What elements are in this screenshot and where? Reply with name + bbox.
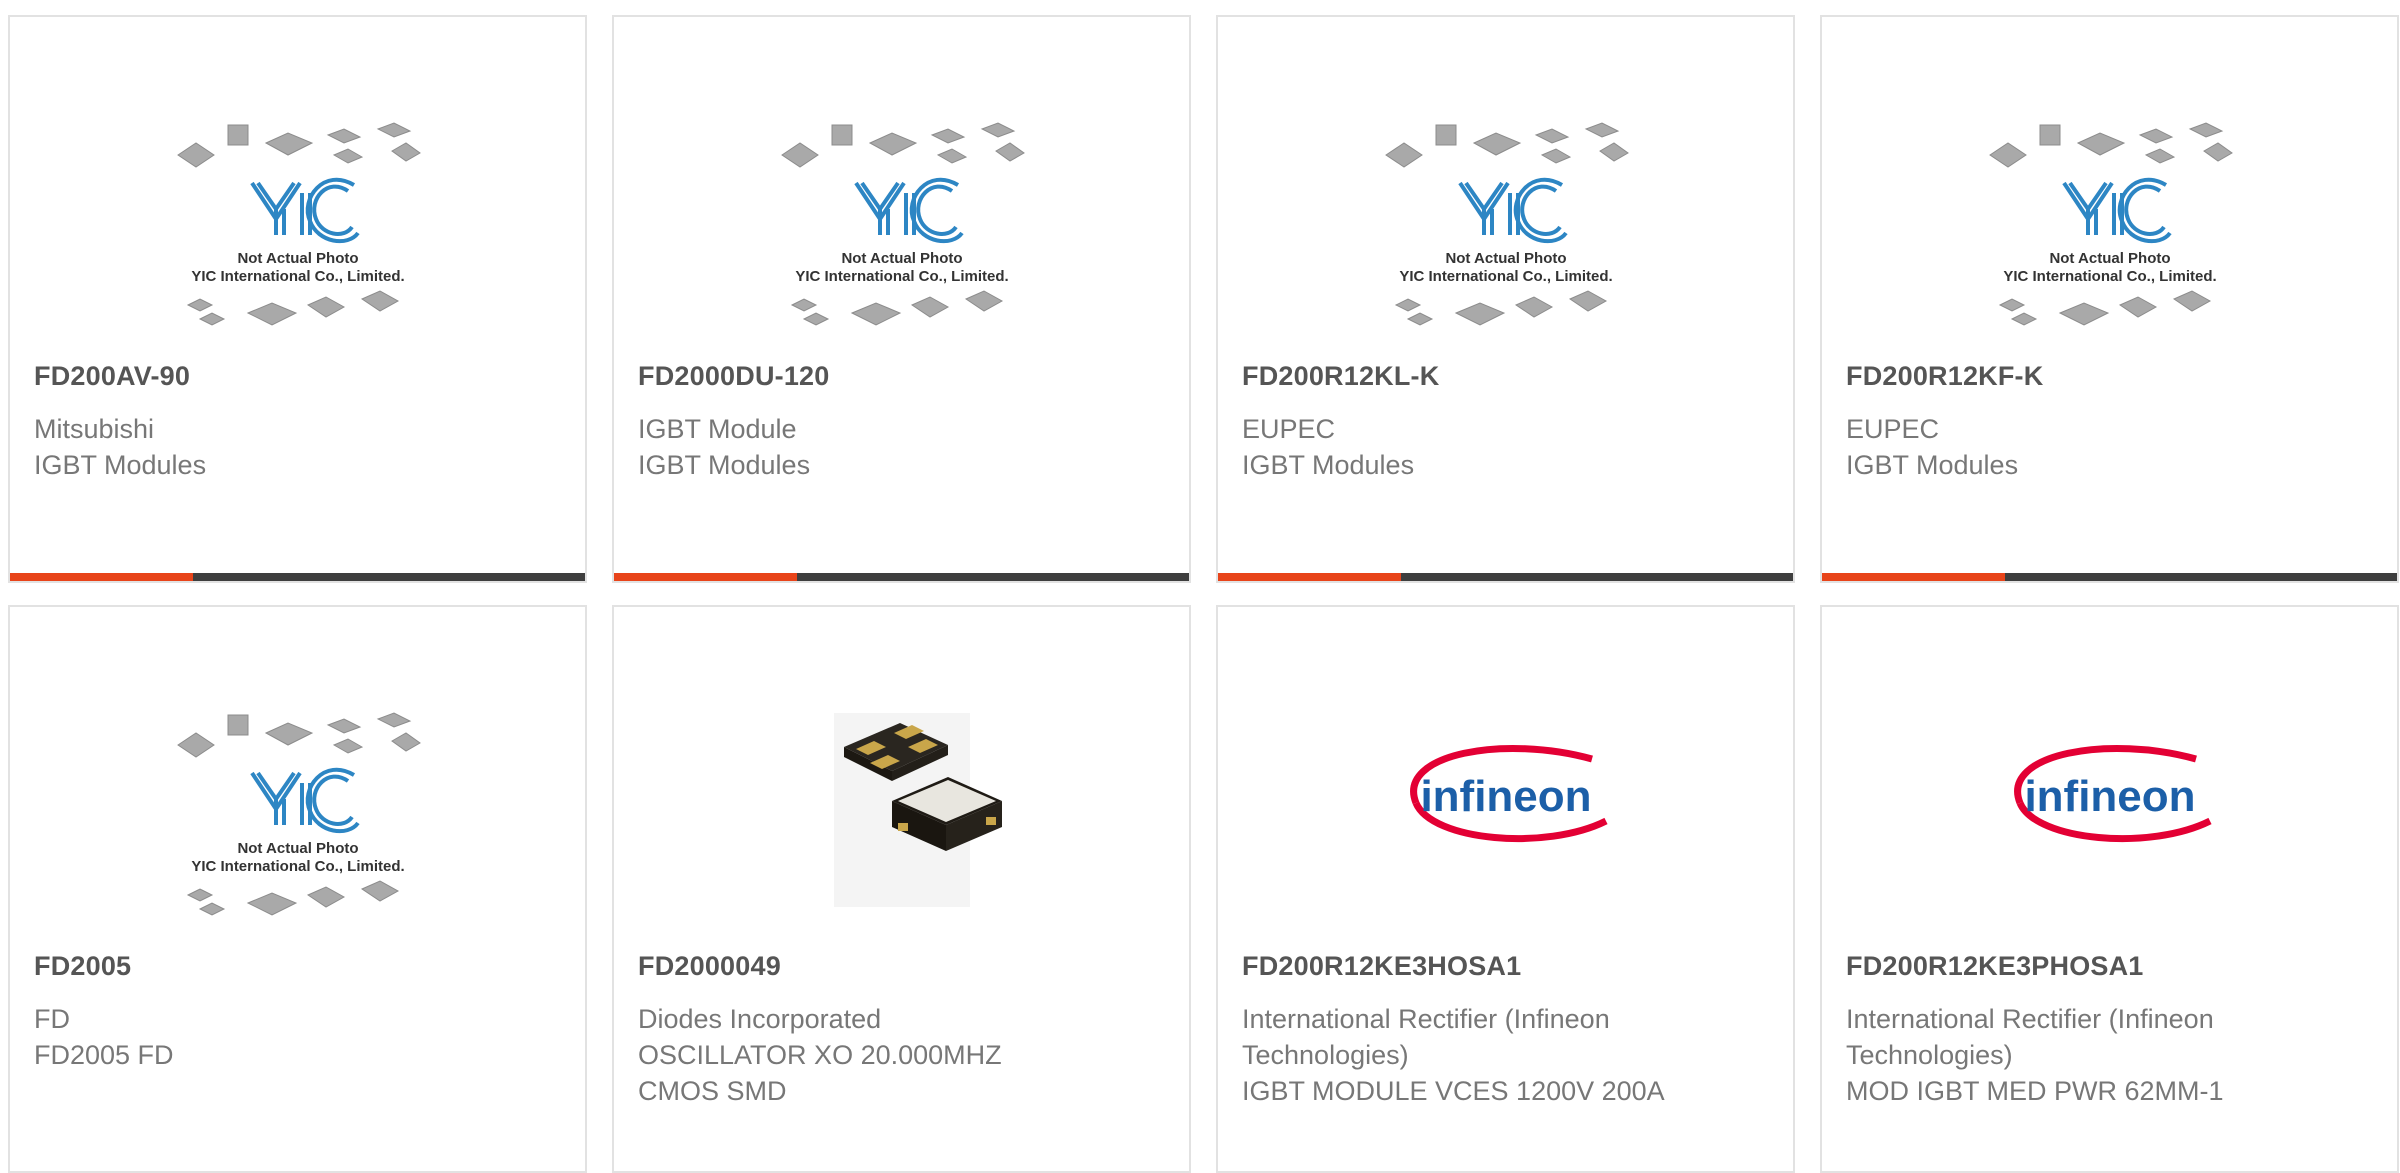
description: IGBT Modules: [1846, 450, 2019, 480]
product-image[interactable]: Not Actual Photo YIC International Co., …: [10, 683, 585, 953]
product-card[interactable]: Not Actual Photo YIC International Co., …: [612, 15, 1191, 583]
part-number[interactable]: FD200R12KE3HOSA1: [1242, 951, 1521, 982]
part-number[interactable]: FD200R12KE3PHOSA1: [1846, 951, 2144, 982]
brand: Mitsubishi: [34, 414, 155, 444]
description: IGBT Modules: [34, 450, 207, 480]
brand: EUPEC: [1846, 414, 1940, 444]
brand: Diodes Incorporated: [638, 1004, 882, 1034]
product-card[interactable]: infineon FD200R12KE3HOSA1 International …: [1216, 605, 1795, 1173]
part-number[interactable]: FD2000DU-120: [638, 361, 830, 392]
card-bottom-bar: [614, 573, 1189, 581]
card-accent: [614, 573, 797, 581]
photo-caption-1: Not Actual Photo: [237, 840, 358, 857]
photo-caption-2: YIC International Co., Limited.: [191, 858, 404, 875]
part-number[interactable]: FD200R12KF-K: [1846, 361, 2043, 392]
brand: International Rectifier (Infineon Techno…: [1846, 1004, 2214, 1070]
infineon-logo: infineon: [1409, 744, 1608, 843]
photo-caption-1: Not Actual Photo: [237, 250, 358, 267]
description: OSCILLATOR XO 20.000MHZ CMOS SMD: [638, 1040, 1002, 1106]
photo-caption-1: Not Actual Photo: [841, 250, 962, 267]
product-card[interactable]: Not Actual Photo YIC International Co., …: [8, 605, 587, 1173]
brand: EUPEC: [1242, 414, 1336, 444]
logo-text: infineon: [1420, 772, 1591, 821]
brand: IGBT Module: [638, 414, 797, 444]
description: IGBT MODULE VCES 1200V 200A: [1242, 1076, 1665, 1106]
product-image[interactable]: Not Actual Photo YIC International Co., …: [1218, 93, 1793, 363]
logo-text: infineon: [2024, 772, 2195, 821]
infineon-logo: infineon: [2013, 744, 2212, 843]
product-card[interactable]: Not Actual Photo YIC International Co., …: [1820, 15, 2399, 583]
product-card[interactable]: infineon FD200R12KE3PHOSA1 International…: [1820, 605, 2399, 1173]
part-number[interactable]: FD200AV-90: [34, 361, 190, 392]
photo-caption-2: YIC International Co., Limited.: [2003, 268, 2216, 285]
description: IGBT Modules: [638, 450, 811, 480]
photo-caption-2: YIC International Co., Limited.: [795, 268, 1008, 285]
product-image[interactable]: Not Actual Photo YIC International Co., …: [10, 93, 585, 363]
brand: International Rectifier (Infineon Techno…: [1242, 1004, 1610, 1070]
product-card[interactable]: FD2000049 Diodes Incorporated OSCILLATOR…: [612, 605, 1191, 1173]
product-card[interactable]: Not Actual Photo YIC International Co., …: [8, 15, 587, 583]
part-number[interactable]: FD2005: [34, 951, 131, 982]
part-number[interactable]: FD2000049: [638, 951, 781, 982]
brand: FD: [34, 1004, 70, 1034]
product-image[interactable]: infineon: [1218, 683, 1793, 953]
description: IGBT Modules: [1242, 450, 1415, 480]
product-card[interactable]: Not Actual Photo YIC International Co., …: [1216, 15, 1795, 583]
product-image[interactable]: [614, 683, 1189, 953]
part-number[interactable]: FD200R12KL-K: [1242, 361, 1439, 392]
card-accent: [1822, 573, 2005, 581]
card-bottom-bar: [10, 573, 585, 581]
photo-caption-1: Not Actual Photo: [1445, 250, 1566, 267]
card-accent: [1218, 573, 1401, 581]
product-image[interactable]: Not Actual Photo YIC International Co., …: [1822, 93, 2397, 363]
description: FD2005 FD: [34, 1040, 174, 1070]
description: MOD IGBT MED PWR 62MM-1: [1846, 1076, 2224, 1106]
product-image[interactable]: infineon: [1822, 683, 2397, 953]
card-accent: [10, 573, 193, 581]
product-image[interactable]: Not Actual Photo YIC International Co., …: [614, 93, 1189, 363]
photo-caption-2: YIC International Co., Limited.: [191, 268, 404, 285]
card-bottom-bar: [1822, 573, 2397, 581]
photo-caption-1: Not Actual Photo: [2049, 250, 2170, 267]
card-bottom-bar: [1218, 573, 1793, 581]
photo-caption-2: YIC International Co., Limited.: [1399, 268, 1612, 285]
